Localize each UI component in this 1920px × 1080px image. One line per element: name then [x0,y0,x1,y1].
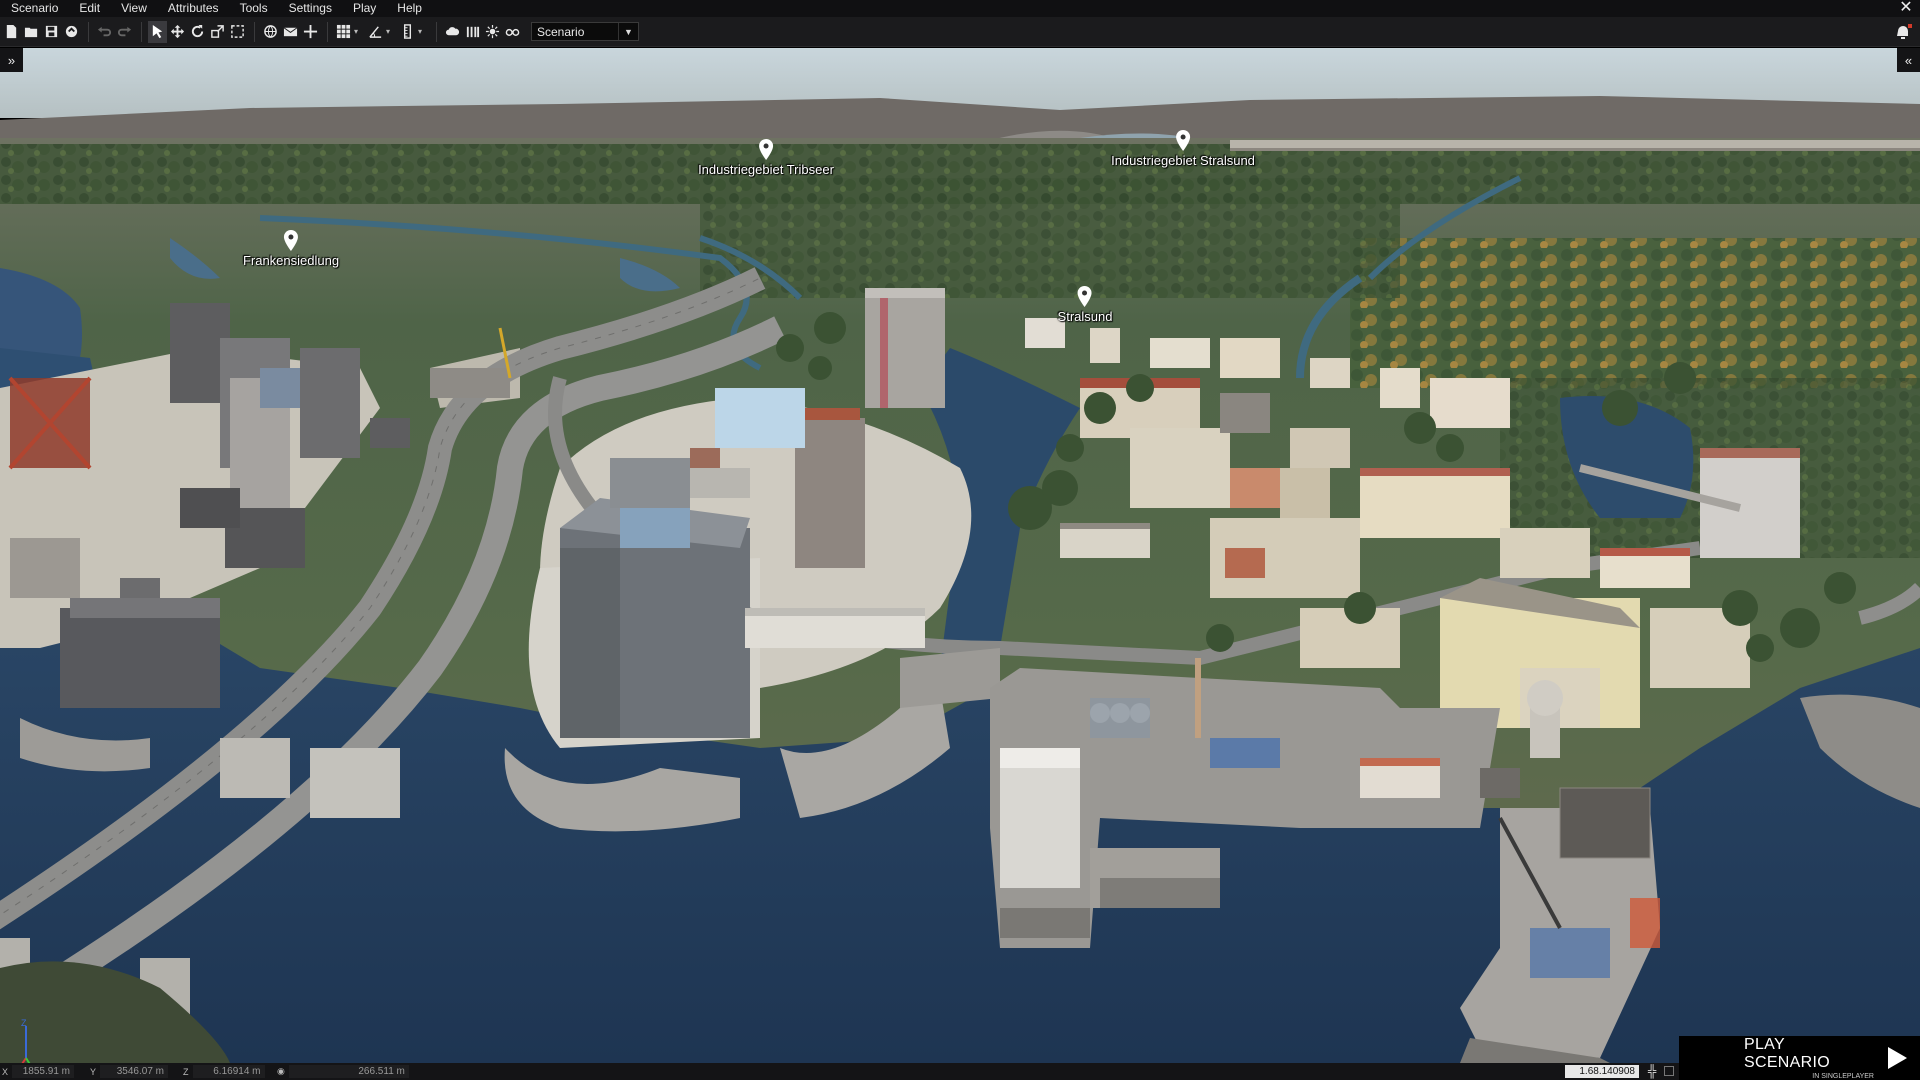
axis-y-icon: Y [90,1066,97,1077]
marker-label: Frankensiedlung [242,253,340,268]
coord-y-field: Y 3546.07 m [90,1063,169,1080]
left-panel-toggle[interactable]: » [0,48,23,72]
menu-settings[interactable]: Settings [278,0,342,17]
play-scenario-label: PLAY SCENARIO [1744,1036,1830,1071]
marker-label: Stralsund [1057,309,1113,324]
bars-icon[interactable] [463,21,482,43]
coord-z-field: Z 6.16914 m [183,1063,265,1080]
location-pin-icon [1077,286,1092,307]
bounding-box-icon[interactable] [228,21,247,43]
toolbar: ▾ ▾ ▾ Scenario ▼ [0,17,1920,47]
axis-z-label: Z [21,1018,27,1028]
toolbar-separator [254,21,255,42]
weather-cloud-icon[interactable] [443,21,462,43]
open-folder-icon[interactable] [22,21,41,43]
scale-readout: 1.68.140908 [1565,1065,1639,1078]
view-distance-value: 266.511 m [288,1065,409,1078]
select-cursor-icon[interactable] [148,20,167,43]
status-bar: X 1855.91 m Y 3546.07 m Z 6.16914 m ◉ 26… [0,1063,1679,1080]
layer-select[interactable]: Scenario ▼ [531,22,639,41]
binoculars-icon[interactable] [503,21,522,43]
angle-snap-icon[interactable] [366,21,385,43]
location-pin-icon [758,139,773,160]
rotate-icon[interactable] [188,21,207,43]
eye-icon: ◉ [277,1066,285,1076]
map-marker[interactable]: Industriegebiet Tribseer [698,139,834,177]
toolbar-separator [88,21,89,42]
coord-z-value: 6.16914 m [192,1065,265,1078]
grid-icon[interactable] [334,21,353,43]
menu-help[interactable]: Help [386,0,432,17]
play-icon [1888,1047,1907,1069]
coord-x-value: 1855.91 m [12,1065,75,1078]
crosshair-icon[interactable] [301,21,320,43]
marker-label: Industriegebiet Tribseer [698,162,834,177]
translate-icon[interactable] [168,21,187,43]
menu-play[interactable]: Play [342,0,386,17]
play-scenario-button[interactable]: PLAY SCENARIO IN SINGLEPLAYER [1679,1036,1920,1080]
marker-label: Industriegebiet Stralsund [1111,153,1255,168]
toolbar-separator [141,21,142,42]
right-panel-toggle[interactable]: « [1897,48,1920,72]
menu-tools[interactable]: Tools [229,0,278,17]
view-distance-field: ◉ 266.511 m [277,1063,409,1080]
3d-viewport[interactable]: Frankensiedlung Industriegebiet Tribseer… [0,48,1920,1063]
chevron-down-icon[interactable]: ▾ [386,27,394,36]
coord-y-value: 3546.07 m [100,1065,169,1078]
ruler-icon[interactable] [398,21,417,43]
notification-icon[interactable] [1894,22,1914,42]
menu-bar: Scenario Edit View Attributes Tools Sett… [0,0,1920,17]
redo-icon[interactable] [115,21,134,43]
axis-x-icon: X [2,1066,9,1077]
globe-icon[interactable] [261,21,280,43]
axis-z-icon: Z [183,1066,189,1077]
terrain-scene [0,48,1920,1063]
chevron-down-icon[interactable]: ▾ [418,27,426,36]
sun-icon[interactable] [483,21,502,43]
toolbar-separator [327,21,328,42]
toolbar-separator [436,21,437,42]
menu-attributes[interactable]: Attributes [157,0,229,17]
layer-select-value: Scenario [537,24,585,39]
axis-gizmo: Z X Y [21,1018,31,1063]
map-marker[interactable]: Industriegebiet Stralsund [1111,130,1255,168]
undo-icon[interactable] [95,21,114,43]
menu-view[interactable]: View [110,0,157,17]
chevron-down-icon[interactable]: ▾ [354,27,362,36]
close-icon[interactable]: ✕ [1898,0,1914,17]
publish-icon[interactable] [62,21,81,43]
menu-scenario[interactable]: Scenario [0,0,68,17]
snap-toggle-icon[interactable] [1664,1066,1674,1076]
map-marker[interactable]: Frankensiedlung [243,230,339,268]
chevron-down-icon[interactable]: ▼ [618,23,638,40]
map-marker[interactable]: Stralsund [1057,286,1113,324]
mail-icon[interactable] [281,21,300,43]
scale-icon[interactable] [208,21,227,43]
new-file-icon[interactable] [2,21,21,43]
location-pin-icon [1176,130,1190,151]
menu-edit[interactable]: Edit [68,0,110,17]
coord-x-field: X 1855.91 m [2,1063,75,1080]
save-icon[interactable] [42,21,61,43]
location-pin-icon [284,230,298,251]
play-scenario-sublabel: IN SINGLEPLAYER [1812,1073,1874,1080]
grid-snap-icon[interactable]: ╬ [1648,1064,1657,1078]
